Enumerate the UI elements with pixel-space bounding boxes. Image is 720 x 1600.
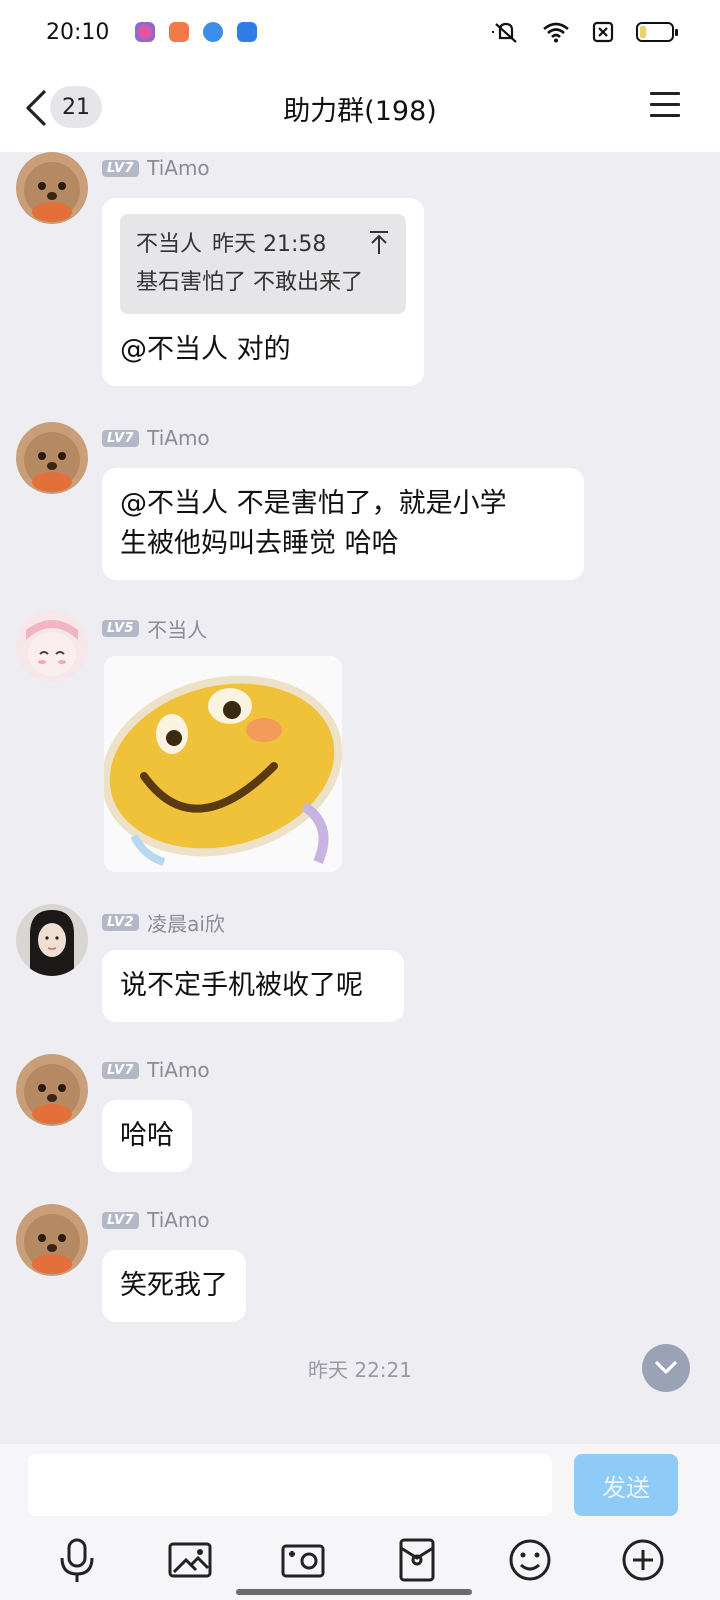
message-bubble[interactable]: 说不定手机被收了呢 — [102, 950, 404, 1022]
message-input[interactable] — [28, 1454, 552, 1516]
message-bubble[interactable]: 哈哈 — [102, 1100, 192, 1172]
game-notification-icon — [169, 22, 190, 42]
sender-name[interactable]: TiAmo — [147, 1208, 210, 1232]
avatar[interactable] — [16, 422, 88, 494]
app-notification-icon — [237, 22, 258, 42]
sender-name[interactable]: 凌晨ai欣 — [147, 908, 225, 937]
send-button[interactable]: 发送 — [574, 1454, 678, 1516]
emoji-icon[interactable] — [506, 1536, 554, 1584]
composer: 发送 — [0, 1444, 720, 1600]
quoted-message[interactable]: 不当人 昨天 21:58 基石害怕了 不敢出来了 — [120, 214, 406, 314]
sender-name[interactable]: TiAmo — [147, 426, 210, 450]
level-badge: LV7 — [102, 1061, 140, 1079]
level-badge: LV7 — [102, 429, 140, 447]
mute-icon — [492, 22, 517, 43]
plus-icon[interactable] — [619, 1536, 667, 1584]
wifi-icon — [543, 22, 569, 43]
system-status — [492, 20, 678, 44]
quote-time: 昨天 21:58 — [212, 232, 327, 257]
menu-icon[interactable] — [650, 92, 680, 118]
message-meta: LV2 凌晨ai欣 — [102, 908, 225, 937]
chat-message-list[interactable]: LV7 TiAmo 不当人 昨天 21:58 基石害怕了 不敢出来了 @不当人 … — [0, 152, 720, 1444]
avatar[interactable] — [16, 1054, 88, 1126]
scroll-to-bottom-button[interactable] — [642, 1344, 690, 1392]
message-text: 说不定手机被收了呢 — [120, 970, 363, 1001]
avatar[interactable] — [16, 610, 88, 682]
status-bar: 20:10 — [0, 0, 720, 64]
notification-icons — [135, 22, 258, 42]
back-icon[interactable] — [24, 88, 48, 128]
unread-count-badge[interactable]: 21 — [50, 86, 102, 128]
jump-to-original-icon[interactable] — [368, 230, 390, 256]
level-badge: LV7 — [102, 159, 140, 177]
composer-toolbar — [0, 1536, 720, 1584]
message-timestamp: 昨天 22:21 — [308, 1358, 412, 1382]
level-badge: LV5 — [102, 620, 140, 637]
avatar[interactable] — [16, 904, 88, 976]
message-bubble[interactable]: @不当人 不是害怕了，就是小学 生被他妈叫去睡觉 哈哈 — [102, 468, 584, 580]
message-text-line: @不当人 不是害怕了，就是小学 — [120, 488, 507, 519]
chat-header: 21 助力群(198) — [0, 64, 720, 152]
image-icon[interactable] — [166, 1536, 214, 1584]
avatar[interactable] — [16, 1204, 88, 1276]
message-text: 哈哈 — [120, 1120, 174, 1151]
message-meta: LV5 不当人 — [102, 614, 207, 643]
browser-notification-icon — [203, 22, 224, 42]
camera-icon[interactable] — [279, 1536, 327, 1584]
app-notification-icon — [135, 22, 156, 42]
quote-text: 基石害怕了 不敢出来了 — [136, 270, 363, 295]
battery-icon — [636, 22, 678, 42]
message-bubble[interactable]: 笑死我了 — [102, 1250, 246, 1322]
chevron-down-icon — [655, 1361, 677, 1374]
message-text: @不当人 对的 — [120, 334, 291, 365]
level-badge: LV2 — [102, 914, 140, 931]
quote-author: 不当人 — [136, 232, 203, 257]
status-time: 20:10 — [46, 19, 110, 45]
message-meta: LV7 TiAmo — [102, 1208, 210, 1232]
message-meta: LV7 TiAmo — [102, 426, 210, 450]
red-packet-icon[interactable] — [393, 1536, 441, 1584]
sender-name[interactable]: TiAmo — [147, 1058, 210, 1082]
level-badge: LV7 — [102, 1211, 140, 1229]
message-meta: LV7 TiAmo — [102, 1058, 210, 1082]
home-indicator[interactable] — [236, 1589, 472, 1595]
message-text: 笑死我了 — [120, 1270, 228, 1301]
sender-name[interactable]: TiAmo — [147, 156, 210, 180]
message-bubble[interactable]: 不当人 昨天 21:58 基石害怕了 不敢出来了 @不当人 对的 — [102, 198, 424, 386]
microphone-icon[interactable] — [53, 1536, 101, 1584]
sender-name[interactable]: 不当人 — [147, 614, 207, 643]
smiling-face-sticker[interactable] — [104, 656, 342, 872]
no-sim-icon — [592, 21, 614, 43]
avatar[interactable] — [16, 152, 88, 224]
message-text-line: 生被他妈叫去睡觉 哈哈 — [120, 528, 399, 559]
message-meta: LV7 TiAmo — [102, 156, 210, 180]
group-title[interactable]: 助力群(198) — [0, 89, 720, 128]
